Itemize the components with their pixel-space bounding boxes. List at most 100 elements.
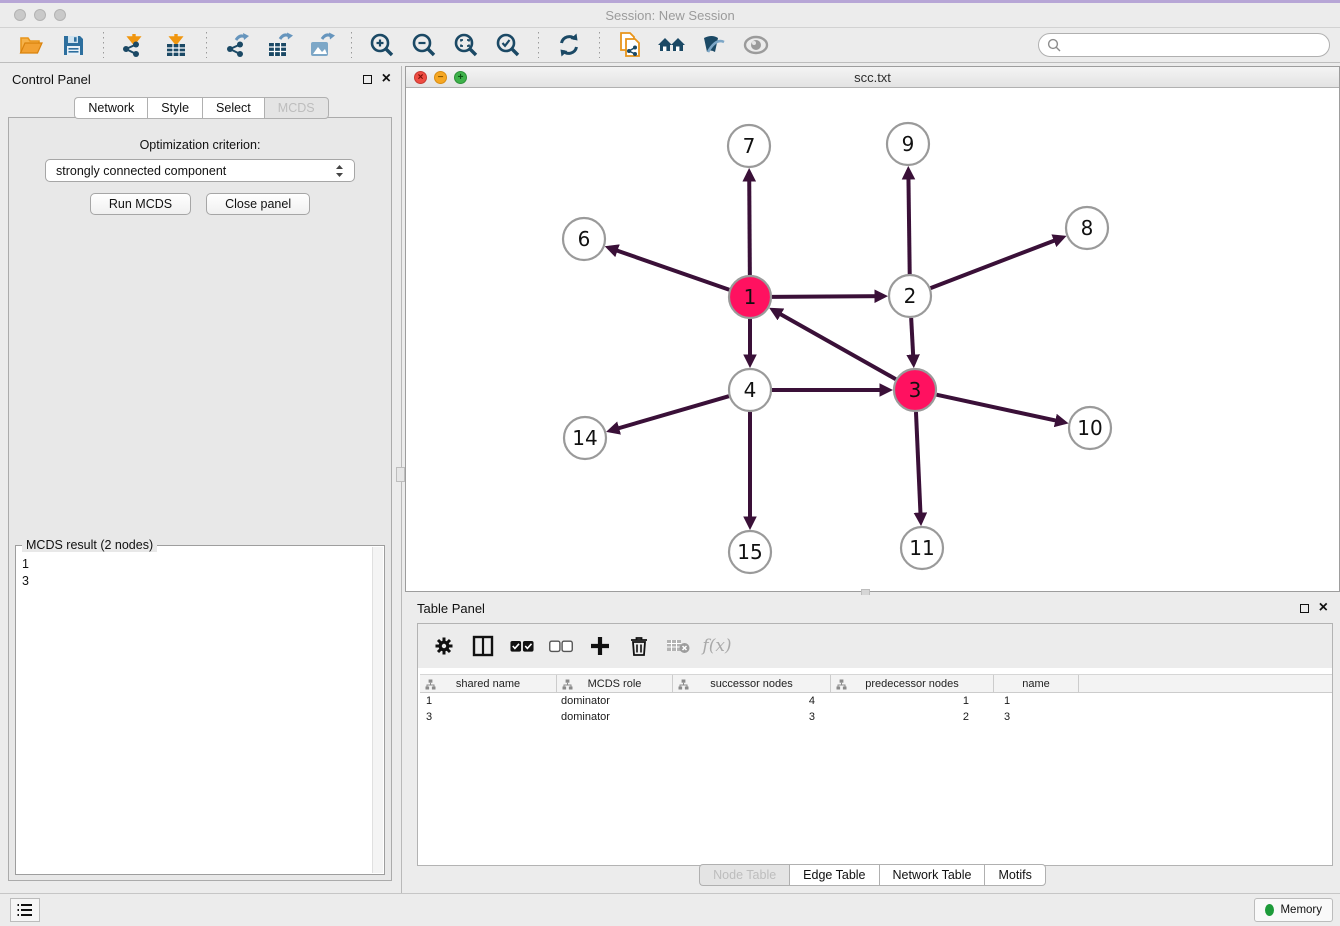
close-panel-icon[interactable]: × <box>382 74 391 84</box>
graph-node-label-15: 15 <box>737 540 762 564</box>
graph-edge-1-7[interactable] <box>749 172 750 275</box>
graph-edge-3-1[interactable] <box>773 310 896 379</box>
table-cell[interactable]: dominator <box>557 711 673 723</box>
graph-edge-3-10[interactable] <box>936 395 1064 423</box>
export-network-button[interactable] <box>222 31 252 59</box>
mcds-result-box: MCDS result (2 nodes) 13 <box>15 545 385 875</box>
apply-layout-button[interactable] <box>554 31 584 59</box>
panel-divider-grip[interactable] <box>396 467 405 482</box>
show-all-networks-button[interactable] <box>657 31 687 59</box>
toolbar-separator <box>351 32 352 58</box>
import-table-button[interactable] <box>161 31 191 59</box>
delete-column-button[interactable] <box>627 634 651 658</box>
clone-network-button[interactable] <box>615 31 645 59</box>
zoom-selected-button[interactable] <box>493 31 523 59</box>
export-table-button[interactable] <box>264 31 294 59</box>
control-panel-tabs: NetworkStyleSelectMCDS <box>0 97 403 119</box>
table-cell[interactable]: 3 <box>673 711 831 723</box>
task-history-button[interactable] <box>10 898 40 922</box>
table-cell[interactable]: dominator <box>557 695 673 707</box>
optimization-criterion-label: Optimization criterion: <box>9 138 391 152</box>
network-window-titlebar[interactable]: × − + scc.txt <box>406 67 1339 88</box>
select-all-button[interactable] <box>510 634 534 658</box>
save-session-button[interactable] <box>58 31 88 59</box>
table-cell[interactable]: 4 <box>673 695 831 707</box>
export-image-button[interactable] <box>306 31 336 59</box>
table-cell[interactable]: 3 <box>420 711 557 723</box>
function-builder-button[interactable]: f(x) <box>705 634 729 658</box>
column-namespace-icon <box>678 679 689 690</box>
deselect-all-button[interactable] <box>549 634 573 658</box>
zoom-fit-icon <box>453 32 479 58</box>
optimization-criterion-select[interactable]: strongly connected component <box>45 159 355 182</box>
graph-node-label-4: 4 <box>744 378 757 402</box>
delete-table-button[interactable] <box>666 634 690 658</box>
table-row[interactable]: 1dominator411 <box>420 693 1332 709</box>
checked-boxes-icon <box>510 640 534 653</box>
graph-edge-4-14[interactable] <box>610 396 729 431</box>
control-panel-header: Control Panel × <box>0 66 403 92</box>
close-panel-button[interactable]: Close panel <box>206 193 310 215</box>
network-canvas[interactable]: 7968124314101511 <box>406 88 1339 591</box>
graph-node-label-3: 3 <box>909 378 922 402</box>
tab-select[interactable]: Select <box>202 97 264 119</box>
status-bar: Memory <box>0 893 1340 926</box>
application-window: Session: New Session <box>0 0 1340 926</box>
tab-network[interactable]: Network <box>74 97 147 119</box>
float-panel-icon[interactable] <box>363 75 372 84</box>
memory-button[interactable]: Memory <box>1254 898 1333 922</box>
column-header-predecessor-nodes[interactable]: predecessor nodes <box>831 675 994 692</box>
tab-node-table[interactable]: Node Table <box>699 864 789 886</box>
float-panel-icon[interactable] <box>1300 604 1309 613</box>
graph-edge-2-9[interactable] <box>908 170 909 274</box>
graph-edge-1-2[interactable] <box>772 296 884 297</box>
tab-motifs[interactable]: Motifs <box>984 864 1045 886</box>
table-settings-button[interactable] <box>432 634 456 658</box>
tab-style[interactable]: Style <box>147 97 202 119</box>
column-header-name[interactable]: name <box>994 675 1079 692</box>
tab-mcds[interactable]: MCDS <box>264 97 329 119</box>
table-panel-tabs: Node TableEdge TableNetwork TableMotifs <box>405 864 1340 886</box>
column-namespace-icon <box>836 679 847 690</box>
search-input[interactable] <box>1038 33 1330 57</box>
run-mcds-button[interactable]: Run MCDS <box>90 193 191 215</box>
table-row[interactable]: 3dominator323 <box>420 709 1332 725</box>
node-table-container: f(x) shared nameMCDS rolesuccessor nodes… <box>417 623 1333 866</box>
table-cell[interactable]: 1 <box>420 695 557 707</box>
zoom-out-button[interactable] <box>409 31 439 59</box>
zoom-fit-button[interactable] <box>451 31 481 59</box>
table-cell[interactable]: 1 <box>831 695 994 707</box>
close-panel-icon[interactable]: × <box>1319 603 1328 613</box>
table-cell[interactable]: 1 <box>994 695 1079 707</box>
graph-edge-3-11[interactable] <box>916 412 921 522</box>
select-chevrons-icon <box>335 164 344 178</box>
table-panel: Table Panel × <box>405 595 1340 893</box>
refresh-icon <box>556 32 582 58</box>
table-cell[interactable]: 2 <box>831 711 994 723</box>
mcds-result-line: 1 <box>22 556 378 573</box>
mcds-result-line: 3 <box>22 573 378 590</box>
tab-edge-table[interactable]: Edge Table <box>789 864 878 886</box>
create-column-button[interactable] <box>588 634 612 658</box>
hide-selected-button[interactable] <box>699 31 729 59</box>
import-network-button[interactable] <box>119 31 149 59</box>
toolbar-separator <box>103 32 104 58</box>
column-panel-button[interactable] <box>471 634 495 658</box>
graph-node-label-9: 9 <box>902 132 915 156</box>
result-scrollbar[interactable] <box>372 547 383 873</box>
graph-edge-2-3[interactable] <box>911 318 913 364</box>
show-selected-button[interactable] <box>741 31 771 59</box>
graph-node-label-1: 1 <box>744 285 757 309</box>
tab-network-table[interactable]: Network Table <box>879 864 985 886</box>
zoom-in-button[interactable] <box>367 31 397 59</box>
toolbar-separator <box>206 32 207 58</box>
column-header-successor-nodes[interactable]: successor nodes <box>673 675 831 692</box>
selected-criterion: strongly connected component <box>56 164 226 178</box>
split-pane-icon <box>472 635 494 657</box>
column-header-MCDS-role[interactable]: MCDS role <box>557 675 673 692</box>
open-session-button[interactable] <box>16 31 46 59</box>
graph-edge-2-8[interactable] <box>931 237 1063 288</box>
table-cell[interactable]: 3 <box>994 711 1079 723</box>
graph-edge-1-6[interactable] <box>609 248 730 290</box>
column-header-shared-name[interactable]: shared name <box>420 675 557 692</box>
